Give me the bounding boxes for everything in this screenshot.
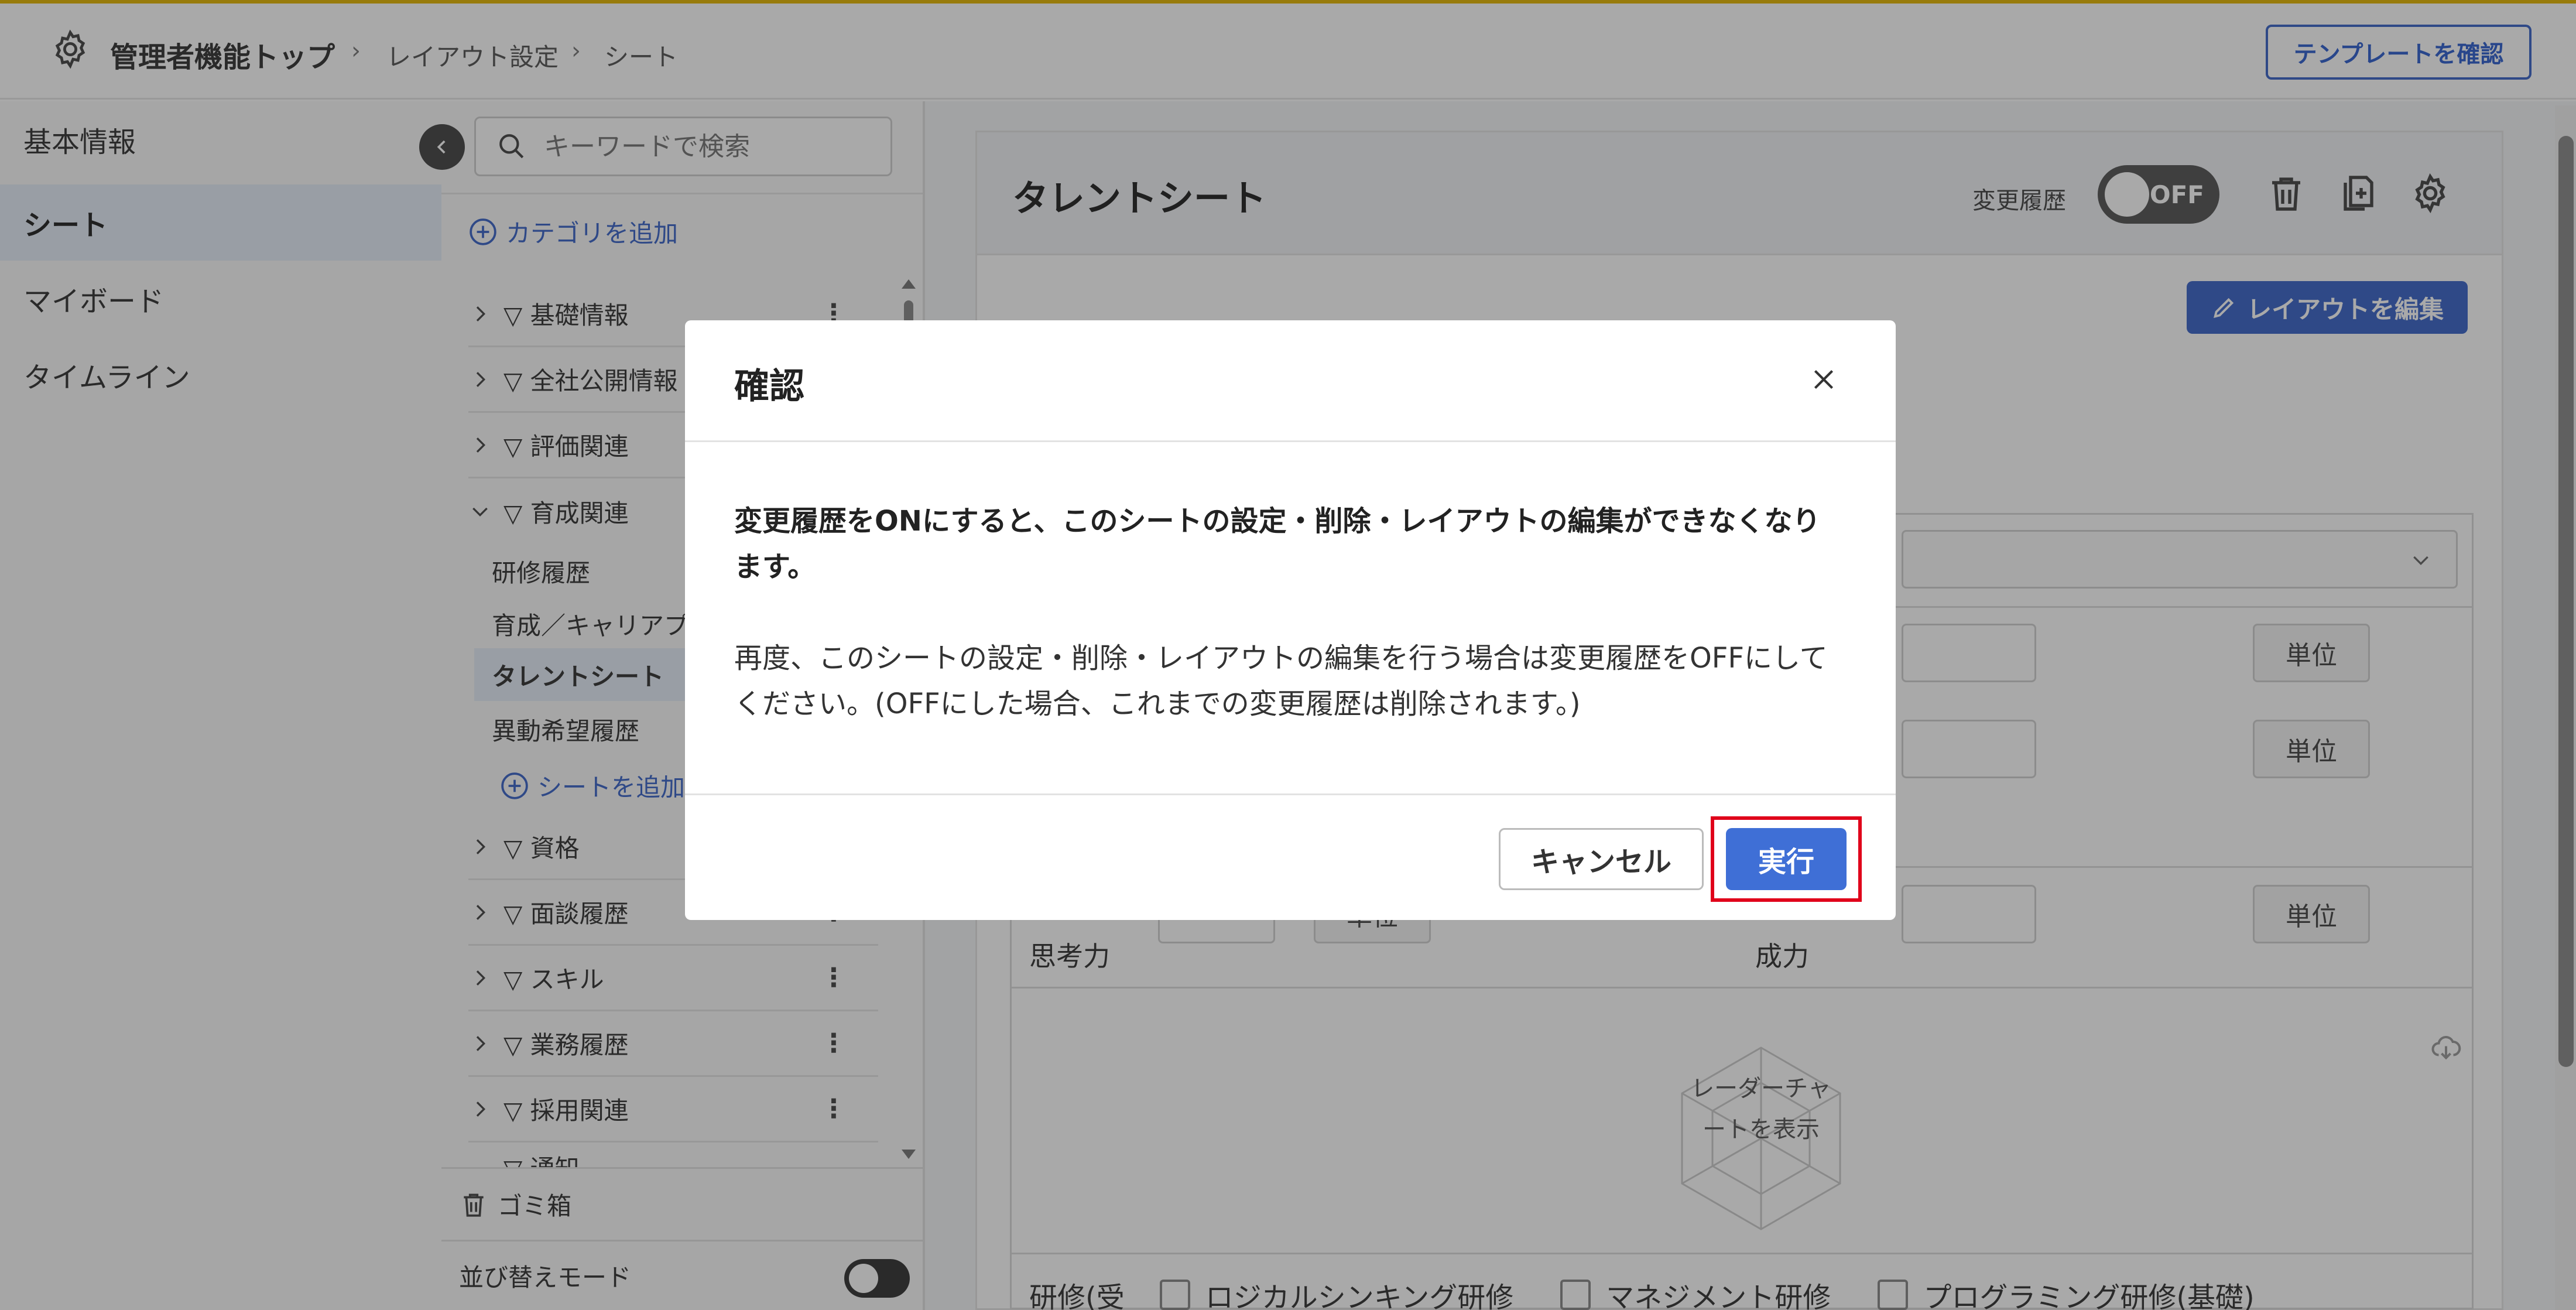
dialog-body: 変更履歴をONにすると、このシートの設定・削除・レイアウトの編集ができなくなりま… [734, 498, 1847, 727]
execute-button[interactable]: 実行 [1726, 828, 1847, 890]
dialog-warning-message: 変更履歴をONにすると、このシートの設定・削除・レイアウトの編集ができなくなりま… [734, 505, 1821, 583]
dialog-header: 確認 [685, 320, 1896, 442]
dialog-footer: キャンセル 実行 [685, 793, 1896, 920]
cancel-button[interactable]: キャンセル [1499, 828, 1704, 890]
close-icon [1814, 370, 1834, 389]
confirm-dialog: 確認 変更履歴をONにすると、このシートの設定・削除・レイアウトの編集ができなく… [685, 320, 1896, 920]
dialog-title: 確認 [734, 366, 804, 407]
close-button[interactable] [1803, 359, 1844, 400]
dialog-info-message: 再度、このシートの設定・削除・レイアウトの編集を行う場合は変更履歴をOFFにして… [734, 642, 1828, 720]
